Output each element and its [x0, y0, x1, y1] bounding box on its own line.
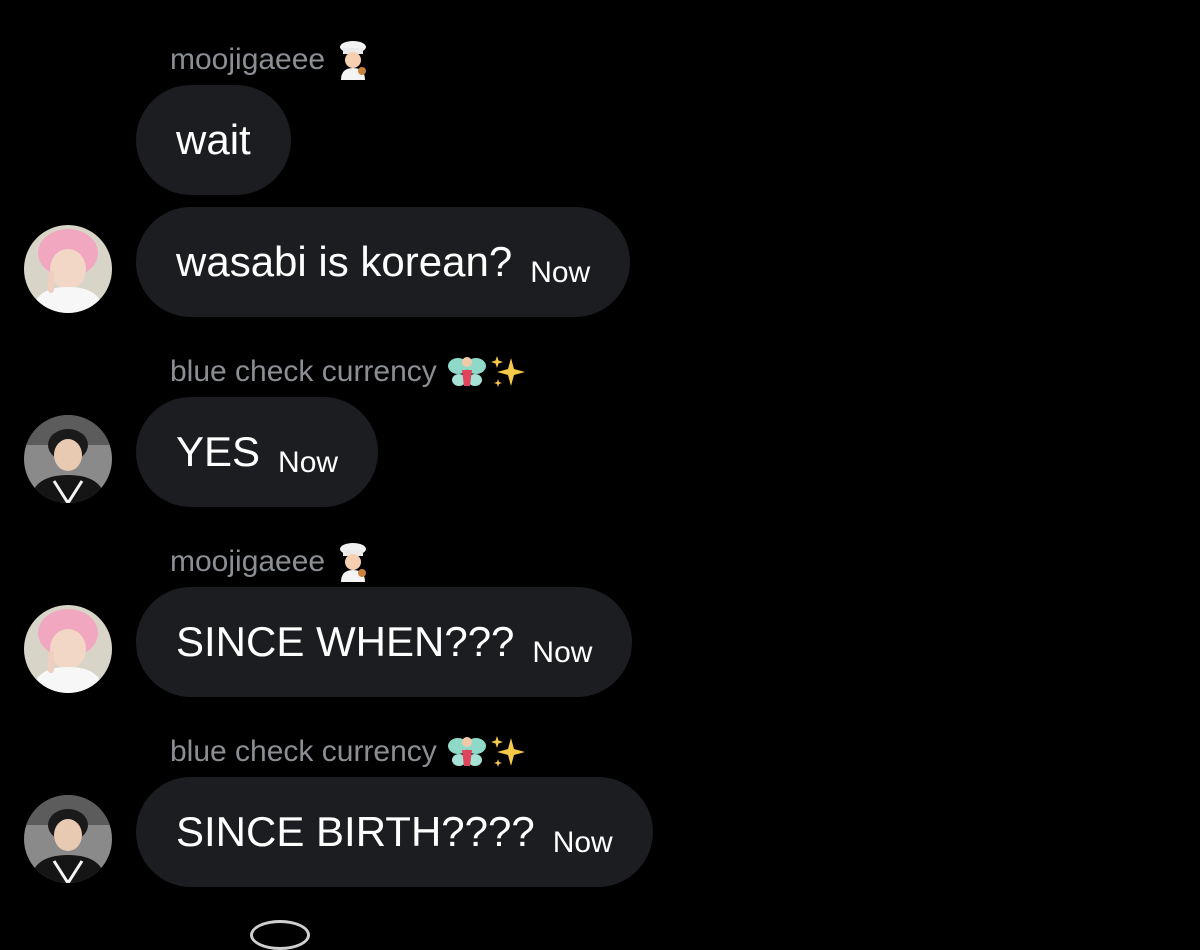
cook-emoji-icon [335, 40, 371, 80]
message-bubble[interactable]: SINCE WHEN??? Now [136, 587, 633, 697]
message-bubble[interactable]: YES Now [136, 397, 379, 507]
message-timestamp: Now [530, 256, 591, 289]
sender-name: moojigaeee [170, 40, 371, 80]
sender-name-text: blue check currency [170, 355, 437, 388]
message-text: YES [176, 428, 261, 475]
dark-haired-user-avatar[interactable] [24, 795, 112, 883]
sender-name-text: moojigaeee [170, 43, 326, 76]
message-bubble[interactable]: SINCE BIRTH???? Now [136, 777, 653, 887]
message-bubble[interactable]: wasabi is korean? Now [136, 207, 631, 317]
sender-name: blue check currency [170, 732, 529, 772]
pink-haired-user-avatar[interactable] [24, 225, 112, 313]
message-text: SINCE WHEN??? [176, 618, 515, 665]
sender-name-text: moojigaeee [170, 545, 326, 578]
sender-emoji-group [447, 732, 529, 772]
sender-name: moojigaeee [170, 542, 371, 582]
partial-avatar-outline [250, 920, 310, 950]
dark-haired-user-avatar[interactable] [24, 415, 112, 503]
message-timestamp: Now [278, 446, 339, 479]
fairy-emoji-icon [447, 357, 486, 386]
chat-thread: moojigaeee wait wasabi is korean? Now bl… [0, 0, 1200, 950]
pink-haired-user-avatar[interactable] [24, 605, 112, 693]
message-timestamp: Now [552, 826, 613, 859]
sender-name: blue check currency [170, 352, 529, 392]
cook-emoji-icon [335, 542, 371, 582]
sparkles-emoji-icon [490, 736, 525, 767]
fairy-emoji-icon [447, 737, 486, 766]
message-text: wasabi is korean? [176, 238, 513, 285]
message-timestamp: Now [532, 636, 593, 669]
message-text: SINCE BIRTH???? [176, 808, 535, 855]
sparkles-emoji-icon [490, 356, 525, 387]
sender-name-text: blue check currency [170, 735, 437, 768]
message-bubble[interactable]: wait [136, 85, 291, 195]
sender-emoji-group [447, 352, 529, 392]
message-text: wait [176, 116, 251, 163]
